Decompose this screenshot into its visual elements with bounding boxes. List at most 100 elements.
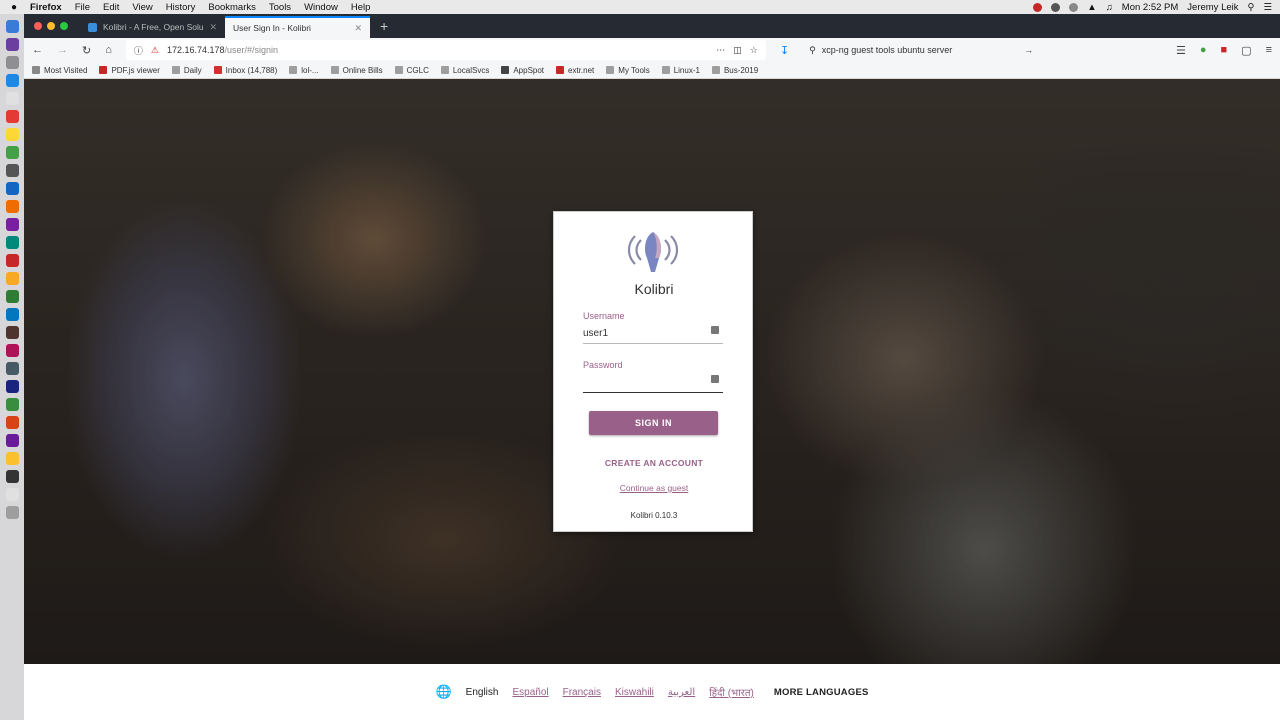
app-icon[interactable] (5, 416, 19, 429)
menu-window[interactable]: Window (304, 2, 338, 13)
firefox-icon[interactable] (5, 200, 19, 213)
trash-icon[interactable] (5, 506, 19, 519)
apple-icon[interactable]: ● (8, 2, 20, 13)
bookmark-item[interactable]: extr.net (556, 66, 594, 75)
spotlight-search-icon[interactable]: ⚲ (1248, 2, 1255, 13)
app-icon[interactable] (5, 236, 19, 249)
volume-icon[interactable]: ♫ (1106, 2, 1113, 13)
search-input[interactable]: xcp-ng guest tools ubuntu server (822, 45, 1018, 55)
url-text[interactable]: 172.16.74.178/user/#/signin (167, 45, 708, 55)
record-icon[interactable] (1033, 2, 1043, 12)
tab-kolibri-home[interactable]: Kolibri - A Free, Open Solutio... ✕ (80, 16, 225, 38)
pocket-icon[interactable]: ◫ (733, 45, 742, 56)
app-icon[interactable] (5, 326, 19, 339)
bookmark-item[interactable]: PDF.js viewer (99, 66, 160, 75)
extension-icon[interactable]: ■ (1221, 44, 1228, 56)
zoom-window-button[interactable] (60, 22, 68, 30)
calendar-icon[interactable] (5, 110, 19, 123)
finder-icon[interactable] (5, 20, 19, 33)
insecure-lock-icon[interactable]: ⚠ (151, 45, 159, 56)
language-option-ar[interactable]: العربية (668, 687, 695, 698)
menu-view[interactable]: View (132, 2, 152, 13)
menu-edit[interactable]: Edit (103, 2, 119, 13)
back-icon[interactable]: ← (32, 44, 43, 56)
menu-history[interactable]: History (166, 2, 196, 13)
menu-help[interactable]: Help (351, 2, 371, 13)
wifi-icon[interactable]: ▲ (1087, 2, 1096, 13)
menu-file[interactable]: File (75, 2, 90, 13)
app-icon[interactable] (5, 344, 19, 357)
app-icon[interactable] (5, 488, 19, 501)
tools-icon[interactable] (1051, 2, 1061, 12)
username-field[interactable]: Username user1 (583, 311, 723, 345)
mail-icon[interactable] (5, 92, 19, 105)
search-go-icon[interactable]: → (1024, 45, 1033, 55)
downloads-icon[interactable]: ↧ (780, 44, 789, 57)
page-actions-icon[interactable]: ⋯ (716, 45, 725, 56)
home-icon[interactable]: ⌂ (105, 44, 112, 56)
bookmark-item[interactable]: Daily (171, 66, 202, 75)
extension-icon[interactable]: ● (1200, 44, 1207, 56)
continue-as-guest-link[interactable]: Continue as guest (554, 483, 754, 493)
clock[interactable]: Mon 2:52 PM (1122, 2, 1179, 13)
forward-icon[interactable]: → (57, 44, 68, 56)
url-bar[interactable]: ⓘ ⚠ 172.16.74.178/user/#/signin ⋯ ◫ ☆ (125, 40, 766, 60)
hamburger-menu-icon[interactable]: ≡ (1266, 44, 1272, 56)
bookmark-item[interactable]: LocalSvcs (440, 66, 489, 75)
app-icon[interactable] (5, 380, 19, 393)
password-field[interactable]: Password (583, 360, 723, 394)
minimize-window-button[interactable] (47, 22, 55, 30)
app-icon[interactable] (5, 470, 19, 483)
app-icon[interactable] (5, 254, 19, 267)
username-input[interactable]: user1 (583, 328, 608, 339)
language-option-es[interactable]: Español (512, 687, 548, 698)
close-tab-icon[interactable]: ✕ (354, 23, 362, 34)
menu-app-firefox[interactable]: Firefox (30, 2, 62, 13)
close-tab-icon[interactable]: ✕ (209, 22, 217, 33)
app-icon[interactable] (5, 362, 19, 375)
terminal-icon[interactable] (5, 164, 19, 177)
app-icon[interactable] (5, 308, 19, 321)
search-bar[interactable]: ⚲ xcp-ng guest tools ubuntu server → (803, 40, 1033, 60)
language-option-sw[interactable]: Kiswahili (615, 687, 654, 698)
library-icon[interactable]: ☰ (1176, 44, 1186, 57)
app-store-icon[interactable] (5, 182, 19, 195)
new-tab-button[interactable]: + (370, 18, 398, 38)
siri-icon[interactable] (5, 38, 19, 51)
notes-icon[interactable] (5, 128, 19, 141)
bookmark-item[interactable]: Linux-1 (661, 66, 700, 75)
safari-icon[interactable] (5, 74, 19, 87)
language-option-hi[interactable]: हिंदी (भारत) (709, 685, 754, 699)
tab-user-sign-in[interactable]: User Sign In - Kolibri ✕ (225, 16, 370, 38)
language-option-fr[interactable]: Français (563, 687, 601, 698)
app-icon[interactable] (5, 272, 19, 285)
bookmark-item[interactable]: CGLC (394, 66, 429, 75)
app-icon[interactable] (5, 452, 19, 465)
bookmark-item[interactable]: Most Visited (32, 66, 87, 75)
launchpad-icon[interactable] (5, 56, 19, 69)
sync-icon[interactable] (1069, 2, 1079, 12)
sidebar-icon[interactable]: ▢ (1241, 44, 1251, 57)
create-account-link[interactable]: CREATE AN ACCOUNT (554, 458, 754, 468)
app-icon[interactable] (5, 218, 19, 231)
sign-in-button[interactable]: SIGN IN (589, 411, 718, 435)
close-window-button[interactable] (34, 22, 42, 30)
app-icon[interactable] (5, 290, 19, 303)
user-name[interactable]: Jeremy Leik (1187, 2, 1238, 13)
password-manager-icon[interactable] (711, 375, 719, 383)
info-icon[interactable]: ⓘ (134, 44, 143, 57)
bookmark-star-icon[interactable]: ☆ (750, 45, 758, 56)
notification-center-icon[interactable]: ☰ (1263, 2, 1272, 13)
bookmark-item[interactable]: Online Bills (330, 66, 383, 75)
more-languages-button[interactable]: MORE LANGUAGES (774, 687, 869, 698)
bookmark-item[interactable]: AppSpot (501, 66, 544, 75)
password-manager-icon[interactable] (711, 326, 719, 334)
menu-tools[interactable]: Tools (269, 2, 291, 13)
app-icon[interactable] (5, 434, 19, 447)
menu-bookmarks[interactable]: Bookmarks (208, 2, 256, 13)
bookmark-item[interactable]: Bus-2019 (711, 66, 758, 75)
bookmark-item[interactable]: Inbox (14,788) (213, 66, 277, 75)
bookmark-item[interactable]: lol-... (289, 66, 319, 75)
bookmark-item[interactable]: My Tools (606, 66, 650, 75)
app-icon[interactable] (5, 398, 19, 411)
